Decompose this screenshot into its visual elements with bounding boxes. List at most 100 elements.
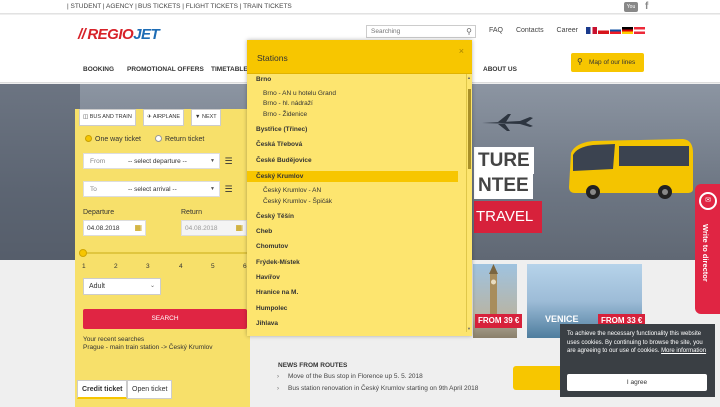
station-city-item[interactable]: Český Krumlov: [256, 173, 303, 180]
station-city-item[interactable]: České Budějovice: [256, 157, 312, 164]
recent-search-item[interactable]: Prague - main train station -> Český Kru…: [83, 344, 213, 352]
modal-title: Stations: [257, 53, 288, 63]
tab-airplane[interactable]: ✈ AIRPLANE: [143, 109, 185, 126]
to-select[interactable]: To -- select arrival -- ▼: [83, 181, 220, 197]
tab-open-ticket[interactable]: Open ticket: [127, 380, 173, 399]
german-flag-icon[interactable]: [622, 27, 633, 34]
one-way-option[interactable]: One way ticket: [85, 135, 141, 143]
nav-promotional-offers[interactable]: PROMOTIONAL OFFERS: [127, 66, 204, 73]
station-stop-item[interactable]: Český Krumlov - Špičák: [263, 198, 332, 205]
austrian-flag-icon[interactable]: [634, 27, 645, 34]
ticket-type-links[interactable]: BUS TICKETS | FLIGHT TICKETS | TRAIN TIC…: [138, 3, 292, 10]
career-link[interactable]: Career: [557, 27, 578, 34]
czech-flag-icon[interactable]: [598, 27, 609, 34]
chevron-down-icon: ⌄: [149, 283, 155, 289]
hero-text-line1: TURE: [474, 147, 534, 174]
more-information-link[interactable]: More information: [661, 348, 706, 354]
passenger-type-select[interactable]: Adult ⌄: [83, 278, 161, 295]
agree-button[interactable]: I agree: [567, 374, 707, 391]
map-of-lines-button[interactable]: ⚲ Map of our lines: [571, 53, 644, 72]
scrollbar[interactable]: ▲ ▼: [466, 74, 472, 332]
station-city-item[interactable]: Frýdek-Místek: [256, 259, 300, 266]
station-stop-item[interactable]: Brno - AN u hotelu Grand: [263, 90, 336, 97]
calendar-icon[interactable]: ▦: [134, 223, 142, 232]
nav-about-us[interactable]: ABOUT US: [483, 66, 517, 73]
passenger-count-slider[interactable]: [79, 249, 248, 257]
facebook-icon[interactable]: f: [645, 1, 648, 12]
station-stop-item[interactable]: Český Krumlov - AN: [263, 187, 321, 194]
slider-handle[interactable]: [79, 249, 87, 257]
tab-credit-ticket[interactable]: Credit ticket: [77, 380, 128, 399]
station-city-item[interactable]: Jihlava: [256, 320, 278, 327]
to-list-menu-icon[interactable]: ☰: [222, 181, 235, 197]
regiojet-logo[interactable]: //REGIOJET: [78, 26, 160, 43]
tab-next[interactable]: ▼ NEXT: [191, 109, 221, 126]
station-stop-item[interactable]: Brno - hl. nádraží: [263, 100, 313, 107]
station-city-item[interactable]: Česká Třebová: [256, 141, 302, 148]
chevron-right-icon: ›: [277, 386, 279, 392]
station-city-item[interactable]: Hranice na M.: [256, 289, 298, 296]
from-list-menu-icon[interactable]: ☰: [222, 153, 235, 169]
top-bar: | STUDENT | AGENCY | BUS TICKETS | FLIGH…: [0, 0, 720, 14]
calendar-icon[interactable]: ▦: [235, 223, 243, 232]
map-button-label: Map of our lines: [589, 59, 636, 66]
station-city-item[interactable]: Cheb: [256, 228, 272, 235]
return-option[interactable]: Return ticket: [155, 135, 204, 143]
search-input[interactable]: [367, 26, 457, 37]
station-city-item[interactable]: Brno: [256, 76, 271, 83]
station-city-item[interactable]: Chomutov: [256, 243, 288, 250]
station-city-item[interactable]: Český Těšín: [256, 213, 294, 220]
return-date-label: Return: [181, 209, 203, 216]
slovak-flag-icon[interactable]: [610, 27, 621, 34]
nav-timetables[interactable]: TIMETABLES: [211, 66, 252, 73]
from-label: From: [90, 158, 106, 165]
site-search: ⚲: [366, 25, 476, 38]
slider-tick: 5: [211, 263, 215, 270]
faq-link[interactable]: FAQ: [489, 27, 503, 34]
from-value: -- select departure --: [128, 158, 187, 165]
departure-date-value: 04.08.2018: [87, 225, 120, 232]
news-item[interactable]: Move of the Bus stop in Florence up 5. 5…: [288, 373, 423, 380]
news-heading: NEWS FROM ROUTES: [278, 362, 348, 369]
tab-next-label: NEXT: [201, 114, 217, 120]
bus-image[interactable]: [565, 137, 695, 199]
offer-price-1: FROM 39 €: [475, 314, 523, 328]
one-way-radio[interactable]: [85, 135, 92, 142]
station-city-item[interactable]: Humpolec: [256, 305, 287, 312]
scrollbar-thumb[interactable]: [468, 89, 471, 169]
scroll-up-icon[interactable]: ▲: [467, 75, 471, 80]
station-stop-item[interactable]: Brno - Židenice: [263, 111, 307, 118]
return-date-input[interactable]: 04.08.2018 ▦: [181, 220, 247, 236]
station-city-item[interactable]: Bystřice (Třinec): [256, 126, 307, 133]
search-button[interactable]: SEARCH: [83, 309, 247, 329]
yellow-promo-button[interactable]: [513, 366, 563, 390]
one-way-label: One way ticket: [95, 136, 141, 143]
write-to-director-tab[interactable]: ✉ Write to director: [695, 184, 720, 314]
language-flags: [586, 27, 646, 34]
youtube-icon[interactable]: You: [624, 2, 638, 12]
tab-bus-and-train-label: BUS AND TRAIN: [89, 114, 132, 120]
return-radio[interactable]: [155, 135, 162, 142]
return-label: Return ticket: [165, 136, 205, 143]
from-select[interactable]: From -- select departure -- ▼: [83, 153, 220, 169]
from-dropdown-icon: ▼: [210, 158, 215, 164]
slider-tick: 2: [114, 263, 118, 270]
passenger-type-value: Adult: [89, 283, 105, 290]
search-icon[interactable]: ⚲: [466, 27, 472, 36]
departure-date-input[interactable]: 04.08.2018 ▦: [83, 220, 146, 236]
student-agency-link[interactable]: | STUDENT | AGENCY |: [67, 3, 137, 10]
nav-booking[interactable]: BOOKING: [83, 66, 114, 73]
departure-label: Departure: [83, 209, 115, 216]
modal-header: Stations ×: [247, 40, 472, 74]
english-flag-icon[interactable]: [586, 27, 597, 34]
tab-bus-and-train[interactable]: ◫ BUS AND TRAIN: [79, 109, 136, 126]
scroll-down-icon[interactable]: ▼: [467, 326, 471, 331]
contacts-link[interactable]: Contacts: [516, 27, 544, 34]
recent-searches: Your recent searches Prague - main train…: [83, 336, 213, 352]
station-city-item[interactable]: Havířov: [256, 274, 280, 281]
logo-jet: JET: [133, 26, 160, 43]
chevron-right-icon: ›: [277, 374, 279, 380]
slider-tick: 3: [146, 263, 150, 270]
close-icon[interactable]: ×: [459, 46, 464, 56]
news-item[interactable]: Bus station renovation in Český Krumlov …: [288, 385, 478, 392]
